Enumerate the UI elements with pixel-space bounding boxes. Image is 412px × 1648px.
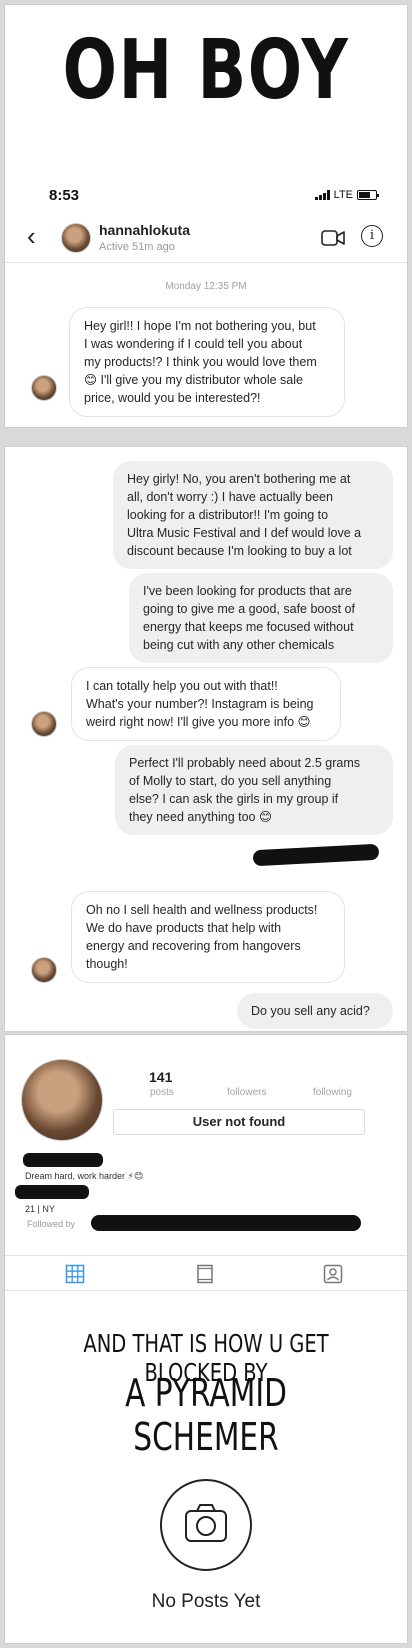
message-line: Perfect I'll probably need about 2.5 gra… <box>129 756 360 770</box>
user-not-found-button[interactable]: User not found <box>113 1109 365 1135</box>
avatar[interactable] <box>31 957 57 983</box>
redaction-mark <box>23 1153 103 1167</box>
profile-avatar[interactable] <box>21 1059 103 1141</box>
chat-header: ‹ hannahlokuta Active 51m ago i <box>5 217 407 263</box>
message-line: Do you sell any acid? <box>251 1004 370 1018</box>
message-line: else? I can ask the girls in my group if <box>129 792 339 806</box>
tagged-tab-icon[interactable] <box>323 1264 343 1284</box>
message-line: they need anything too 😊 <box>129 810 272 824</box>
posts-label: posts <box>150 1087 174 1098</box>
message-line: all, don't worry :) I have actually been <box>127 490 333 504</box>
status-time: 8:53 <box>49 187 80 204</box>
message-line: being cut with any other chemicals <box>143 638 335 652</box>
message-line: weird right now! I'll give you more info… <box>86 715 311 729</box>
active-status: Active 51m ago <box>99 241 175 253</box>
camera-glyph-icon <box>185 1504 227 1542</box>
back-chevron-icon[interactable]: ‹ <box>27 223 36 249</box>
battery-icon <box>357 190 379 200</box>
message-line: looking for a distributor!! I'm going to <box>127 508 329 522</box>
grid-tab-icon[interactable] <box>65 1264 85 1284</box>
screenshot-panel-2: Hey girly! No, you aren't bothering me a… <box>4 446 408 1032</box>
signal-icon <box>314 190 330 200</box>
message-bubble-outgoing: Perfect I'll probably need about 2.5 gra… <box>115 745 393 835</box>
profile-location: 21 | NY <box>25 1204 55 1214</box>
avatar[interactable] <box>31 711 57 737</box>
message-bubble-incoming: Oh no I sell health and wellness product… <box>71 891 345 983</box>
no-posts-text: No Posts Yet <box>151 1591 261 1612</box>
screenshot-panel-3: 141 posts followers following User not f… <box>4 1034 408 1644</box>
message-line: I can totally help you out with that!! <box>86 679 278 693</box>
message-timestamp: Monday 12:35 PM <box>165 281 247 292</box>
redaction-mark <box>91 1215 361 1231</box>
message-line: I've been looking for products that are <box>143 584 352 598</box>
message-line: Hey girly! No, you aren't bothering me a… <box>127 472 351 486</box>
info-icon[interactable]: i <box>361 225 383 247</box>
message-bubble-outgoing: Hey girly! No, you aren't bothering me a… <box>113 461 393 569</box>
message-bubble-outgoing: Do you sell any acid? <box>237 993 393 1029</box>
message-line: I was wondering if I could tell you abou… <box>84 337 303 351</box>
chat-username[interactable]: hannahlokuta <box>99 222 190 238</box>
following-label[interactable]: following <box>313 1087 352 1098</box>
feed-tab-icon[interactable] <box>195 1264 215 1284</box>
redaction-mark <box>252 843 380 867</box>
message-line: Oh no I sell health and wellness product… <box>86 903 318 917</box>
meme-caption-line-2: A PYRAMID SCHEMER <box>125 1371 287 1459</box>
message-line: price, would you be interested?! <box>84 391 261 405</box>
posts-count: 141 <box>149 1069 173 1085</box>
meme-title: OH BOY <box>62 23 350 118</box>
message-line: What's your number?! Instagram is being <box>86 697 314 711</box>
message-line: 😊 I'll give you my distributor whole sal… <box>84 373 303 387</box>
message-line: my products!? I think you would love the… <box>84 355 317 369</box>
redaction-mark <box>15 1185 89 1199</box>
message-line: We do have products that help with <box>86 921 282 935</box>
avatar[interactable] <box>31 375 57 401</box>
camera-icon <box>160 1479 252 1571</box>
message-bubble-outgoing: I've been looking for products that are … <box>129 573 393 663</box>
message-line: Ultra Music Festival and I def would lov… <box>127 526 362 540</box>
message-line: discount because I'm looking to buy a lo… <box>127 544 352 558</box>
screenshot-panel-1: OH BOY 8:53 LTE ‹ hannahlokuta Active 51… <box>4 4 408 428</box>
message-line: going to give me a good, safe boost of <box>143 602 355 616</box>
message-line: of Molly to start, do you sell anything <box>129 774 332 788</box>
video-call-icon[interactable] <box>321 229 345 247</box>
avatar[interactable] <box>61 223 91 253</box>
message-bubble-incoming: Hey girl!! I hope I'm not bothering you,… <box>69 307 345 417</box>
message-line: energy that keeps me focused without <box>143 620 354 634</box>
followed-by-text[interactable]: Followed by <box>27 1219 75 1229</box>
status-bar: 8:53 LTE <box>5 187 407 209</box>
message-line: Hey girl!! I hope I'm not bothering you,… <box>84 319 316 333</box>
message-bubble-incoming: I can totally help you out with that!! W… <box>71 667 341 741</box>
network-label: LTE <box>333 189 353 201</box>
message-line: though! <box>86 957 128 971</box>
followers-label[interactable]: followers <box>227 1087 266 1098</box>
profile-bio: Dream hard, work harder ⚡😊 <box>25 1171 144 1181</box>
profile-tab-bar <box>5 1255 407 1291</box>
status-indicators: LTE <box>314 189 379 201</box>
message-line: energy and recovering from hangovers <box>86 939 301 953</box>
